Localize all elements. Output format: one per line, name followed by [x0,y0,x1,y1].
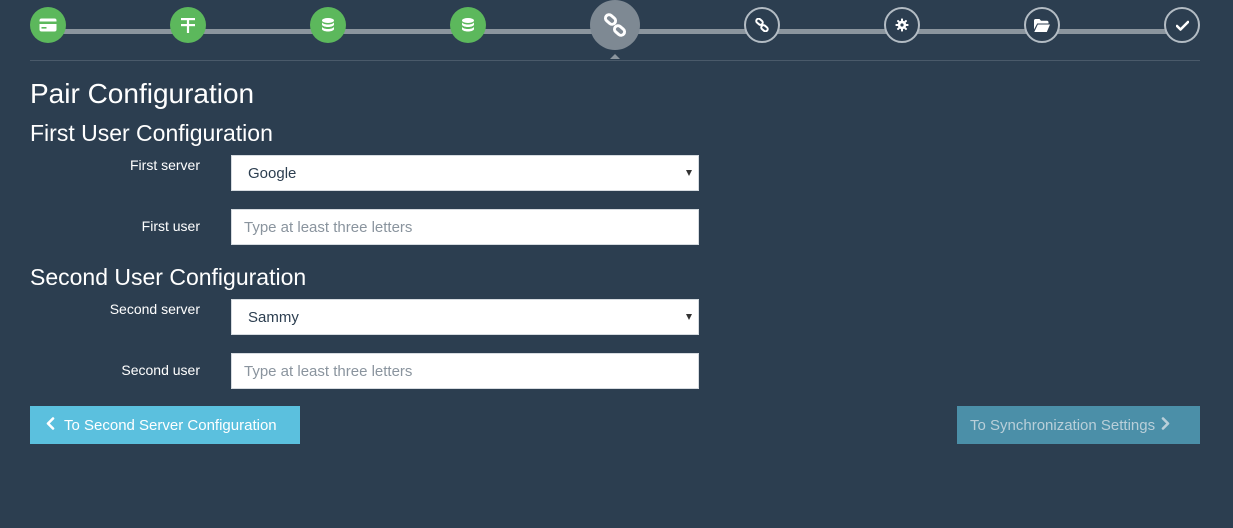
page-title: Pair Configuration [30,78,255,109]
step-folders[interactable] [1024,7,1060,43]
chevron-left-icon [46,416,55,434]
step-first-server[interactable] [170,7,206,43]
second-server-select[interactable]: Sammy [231,299,699,335]
gear-icon [895,18,909,32]
server-icon [181,17,195,33]
step-pairing[interactable] [744,7,780,43]
wizard-stepper [30,0,1200,62]
second-user-heading: Second User Configuration [30,264,307,290]
step-synchronization-settings[interactable] [884,7,920,43]
second-user-input[interactable] [231,353,699,389]
step-finish[interactable] [1164,7,1200,43]
second-server-label: Second server [109,301,200,317]
next-button-label: To Synchronization Settings [970,416,1156,434]
second-user-label: Second user [121,362,200,378]
step-payment[interactable] [30,7,66,43]
first-server-label: First server [130,157,200,173]
step-first-database[interactable] [310,7,346,43]
link-icon [755,18,769,32]
database-icon [322,17,334,33]
to-synchronization-settings-button[interactable]: To Synchronization Settings [957,406,1200,444]
first-user-heading: First User Configuration [30,120,273,146]
checkmark-icon [1175,20,1189,31]
folder-open-icon [1034,18,1050,32]
pair-configuration-page: Pair Configuration First User Configurat… [0,0,1233,528]
to-second-server-configuration-button[interactable]: To Second Server Configuration [30,406,300,444]
first-server-selected-value: Google [248,164,297,182]
chevron-right-icon [1161,416,1170,434]
caret-down-icon [686,314,692,320]
second-server-selected-value: Sammy [248,308,299,326]
step-pair-configuration[interactable] [590,0,640,59]
credit-card-icon [39,18,57,32]
first-user-label: First user [141,218,200,234]
stepper-divider [30,60,1200,61]
link-icon [603,13,627,37]
prev-button-label: To Second Server Configuration [64,416,277,434]
first-user-input[interactable] [231,209,699,245]
database-icon [462,17,474,33]
caret-down-icon [686,170,692,176]
first-server-select[interactable]: Google [231,155,699,191]
step-second-database[interactable] [450,7,486,43]
